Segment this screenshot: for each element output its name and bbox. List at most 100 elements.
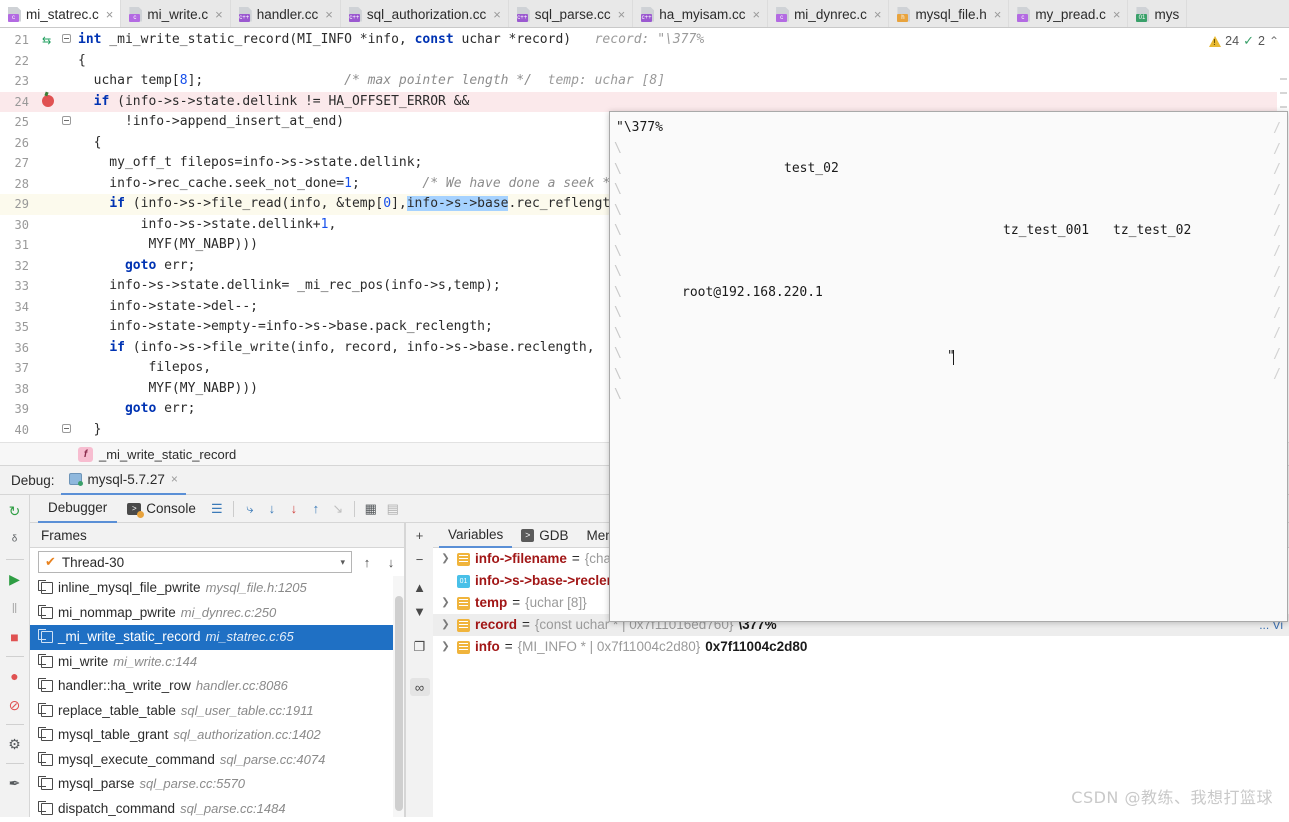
copy-icon[interactable]: ❐ [410,638,430,656]
gutter-marker[interactable] [36,215,62,236]
gutter-marker[interactable] [36,133,62,154]
close-icon[interactable]: × [618,7,626,22]
debug-config-tab[interactable]: mysql-5.7.27 × [60,466,186,495]
fold-toggle-icon[interactable] [62,112,76,133]
editor-tab-mi-dynrec-c[interactable]: mi_dynrec.c × [768,0,890,27]
step-marker-icon[interactable]: ⇆ [36,30,62,51]
breakpoint-icon[interactable] [36,92,62,113]
editor-tab-sql-authorization-cc[interactable]: sql_authorization.cc × [341,0,509,27]
code-line[interactable]: 21 ⇆ int _mi_write_static_record(MI_INFO *… [0,30,1289,51]
fold-gutter[interactable] [62,133,76,154]
tab-console[interactable]: > Console [117,495,206,523]
fold-gutter[interactable] [62,338,76,359]
gutter-marker[interactable] [36,235,62,256]
settings-wrench-icon[interactable]: ᵟ [5,530,25,550]
gutter-marker[interactable] [36,276,62,297]
editor-tab-mi-statrec-c[interactable]: mi_statrec.c × [0,0,122,27]
code-line[interactable]: 22 { [0,50,1289,72]
variable-row[interactable]: ❯ info = {MI_INFO * | 0x7f11004c2d80} 0x7… [433,636,1289,658]
layout-settings-icon[interactable]: ☰ [206,498,228,520]
mute-breakpoints-icon[interactable]: ⊘ [5,695,25,715]
frames-side-toolbar[interactable]: + − ▲ ▼ ❐ ∞ [405,523,433,817]
frame-row[interactable]: _mi_write_static_record mi_statrec.c:65 [30,625,404,650]
gutter-marker[interactable] [36,420,62,441]
expand-chevron-icon[interactable]: ❯ [439,636,452,658]
frame-row[interactable]: mi_write mi_write.c:144 [30,650,404,675]
value-inspector-popup[interactable]: "\377% \ \ \ \ \ \ \ \ \ \ \ \ \ / / / /… [609,111,1288,622]
close-icon[interactable]: × [752,7,760,22]
rerun-icon[interactable]: ↻ [5,501,25,521]
close-icon[interactable]: × [215,7,223,22]
fold-gutter[interactable] [62,358,76,379]
gutter-marker[interactable] [36,399,62,420]
run-to-cursor-icon[interactable]: ↘ [327,498,349,520]
fold-gutter[interactable] [62,71,76,92]
close-icon[interactable]: × [1113,7,1121,22]
frame-row[interactable]: inline_mysql_file_pwrite mysql_file.h:120… [30,576,404,601]
add-watch-icon[interactable]: + [410,526,430,544]
fold-gutter[interactable] [62,153,76,174]
gutter-marker[interactable] [36,379,62,400]
editor-tab-handler-cc[interactable]: handler.cc × [231,0,341,27]
gutter-marker[interactable] [36,174,62,195]
move-down-icon[interactable]: ▼ [410,602,430,620]
frames-scrollbar[interactable] [393,576,404,817]
stop-icon[interactable]: ■ [5,627,25,647]
debug-settings-gear-icon[interactable]: ⚙ [5,734,25,754]
gutter-marker[interactable] [36,112,62,133]
editor-tab-mys[interactable]: mys [1128,0,1188,27]
fold-gutter[interactable] [62,51,76,72]
view-breakpoints-icon[interactable]: ● [5,666,25,686]
gutter-marker[interactable] [36,51,62,72]
fold-gutter[interactable] [62,399,76,420]
frame-row[interactable]: mysql_parse sql_parse.cc:5570 [30,772,404,797]
step-into-icon[interactable]: ↓ [261,498,283,520]
frame-row[interactable]: handler::ha_write_row handler.cc:8086 [30,674,404,699]
step-out-icon[interactable]: ↑ [305,498,327,520]
gutter-marker[interactable] [36,358,62,379]
close-icon[interactable]: × [106,7,114,22]
fold-gutter[interactable] [62,379,76,400]
expand-chevron-icon[interactable]: ❯ [439,614,452,636]
gutter-marker[interactable] [36,338,62,359]
thread-dropdown[interactable]: ✔ Thread-30 ▾ [38,551,352,573]
frame-down-icon[interactable]: ↓ [382,553,400,571]
move-up-icon[interactable]: ▲ [410,578,430,596]
show-frames-icon[interactable]: ▤ [382,498,404,520]
fold-toggle-icon[interactable] [62,420,76,441]
force-step-into-icon[interactable]: ↓ [283,498,305,520]
evaluate-expression-icon[interactable]: ▦ [360,498,382,520]
frame-row[interactable]: mysql_execute_command sql_parse.cc:4074 [30,748,404,773]
chevron-down-icon[interactable]: ▾ [340,557,345,568]
gutter-marker[interactable] [36,153,62,174]
editor-tab-my-pread-c[interactable]: my_pread.c × [1009,0,1129,27]
fold-gutter[interactable] [62,297,76,318]
debug-action-rail[interactable]: ↻ ᵟ ▶ ‖ ■ ● ⊘ ⚙ ✒ [0,495,30,817]
fold-gutter[interactable] [62,92,76,113]
gutter-marker[interactable] [36,297,62,318]
fold-gutter[interactable] [62,174,76,195]
expand-chevron-icon[interactable]: ❯ [439,548,452,570]
tab-gdb[interactable]: > GDB [512,523,577,548]
collapse-inspections-icon[interactable]: ⌃ [1269,34,1279,48]
close-icon[interactable]: × [874,7,882,22]
fold-gutter[interactable] [62,194,76,215]
gutter-marker[interactable] [36,71,62,92]
fold-toggle-icon[interactable] [62,30,76,51]
thread-selector-row[interactable]: ✔ Thread-30 ▾ ↑ ↓ [30,548,404,576]
close-icon[interactable]: × [493,7,501,22]
code-line[interactable]: 24 if (info->s->state.dellink != HA_OFFS… [0,91,1289,113]
editor-tab-ha-myisam-cc[interactable]: ha_myisam.cc × [633,0,769,27]
frames-scrollbar-thumb[interactable] [395,596,403,811]
tab-variables[interactable]: Variables [439,523,513,548]
fold-gutter[interactable] [62,317,76,338]
fold-gutter[interactable] [62,235,76,256]
step-over-icon[interactable]: ⤷ [239,498,261,520]
link-icon[interactable]: ∞ [409,678,430,696]
code-line[interactable]: 23 uchar temp[8]; /* max pointer length … [0,71,1289,92]
frame-row[interactable]: dispatch_command sql_parse.cc:1484 [30,797,404,818]
editor-tab-bar[interactable]: mi_statrec.c×mi_write.c×handler.cc×sql_a… [0,0,1289,28]
editor-tab-sql-parse-cc[interactable]: sql_parse.cc × [509,0,634,27]
fold-gutter[interactable] [62,215,76,236]
pause-program-icon[interactable]: ‖ [5,598,25,618]
